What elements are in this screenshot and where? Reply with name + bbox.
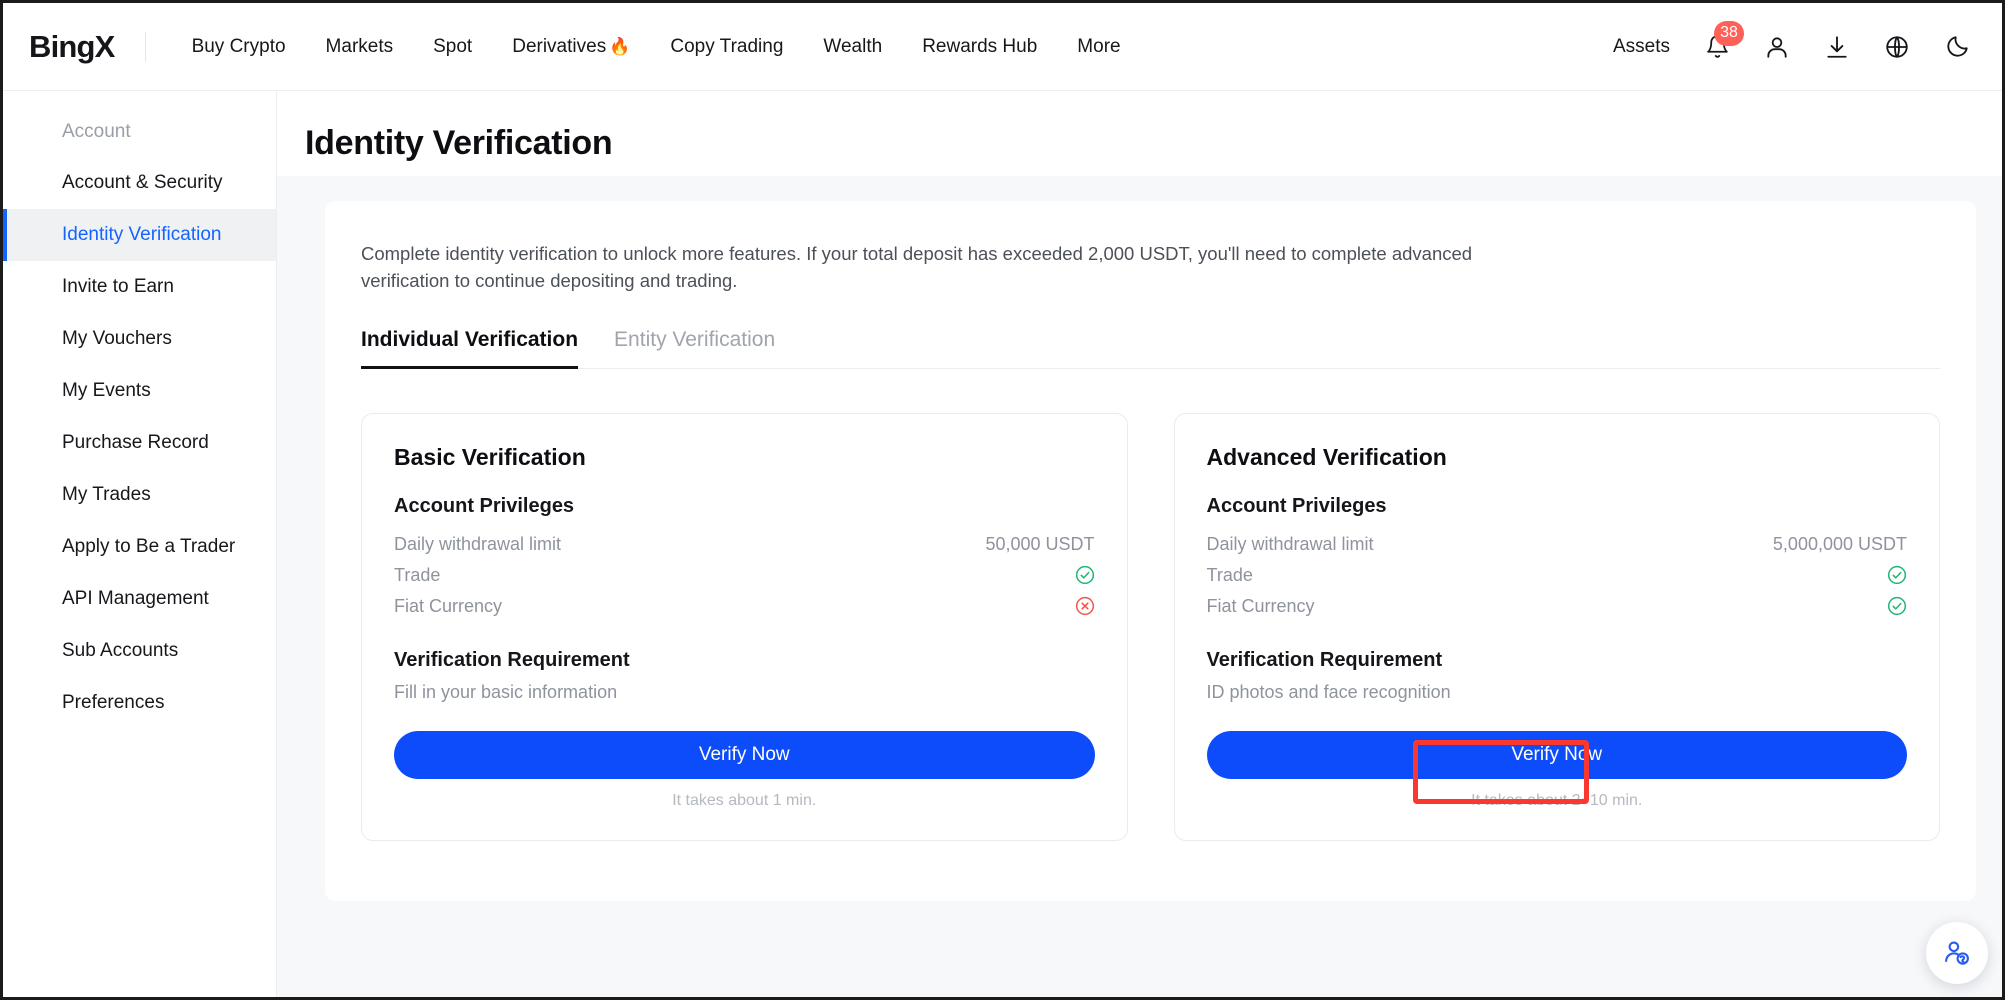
privilege-value: 50,000 USDT xyxy=(985,533,1095,554)
privilege-row-fiat-currency: Fiat Currency xyxy=(394,591,1095,622)
basic-verification-card: Basic Verification Account Privileges Da… xyxy=(361,412,1128,841)
nav-item-more[interactable]: More xyxy=(1057,26,1140,68)
card-action-area: Verify Now It takes about 1 min. xyxy=(394,703,1095,810)
requirement-heading: Verification Requirement xyxy=(394,648,630,671)
requirement-text: Fill in your basic information xyxy=(394,681,618,702)
sidebar-item-purchase-record[interactable]: Purchase Record xyxy=(3,417,276,469)
basic-verify-note: It takes about 1 min. xyxy=(672,791,817,809)
nav-label: Spot xyxy=(433,35,473,57)
requirement-heading: Verification Requirement xyxy=(1206,648,1443,671)
nav-item-markets[interactable]: Markets xyxy=(306,26,414,68)
tab-individual-verification[interactable]: Individual Verification xyxy=(361,328,579,369)
sidebar-item-preferences[interactable]: Preferences xyxy=(3,677,276,729)
privilege-label: Fiat Currency xyxy=(394,595,503,616)
nav-item-spot[interactable]: Spot xyxy=(413,26,492,68)
privileges-heading: Account Privileges xyxy=(394,494,575,517)
nav-item-buy-crypto[interactable]: Buy Crypto xyxy=(172,26,306,68)
globe-icon xyxy=(1886,35,1908,58)
basic-verify-now-button[interactable]: Verify Now xyxy=(394,730,1095,779)
check-circle-icon xyxy=(1887,597,1907,616)
verification-panel: Complete identity verification to unlock… xyxy=(325,201,1976,901)
privilege-row-withdrawal-limit: Daily withdrawal limit 5,000,000 USDT xyxy=(1207,529,1908,560)
nav-label: Derivatives xyxy=(512,35,607,57)
page-title: Identity Verification xyxy=(305,124,613,162)
privilege-label: Daily withdrawal limit xyxy=(394,533,562,554)
advanced-verify-now-button[interactable]: Verify Now xyxy=(1206,730,1907,779)
card-title: Advanced Verification xyxy=(1206,443,1447,470)
privilege-row-trade: Trade xyxy=(1207,560,1908,591)
check-circle-icon xyxy=(1887,566,1907,585)
header-divider xyxy=(144,31,146,62)
sidebar-item-account-security[interactable]: Account & Security xyxy=(3,157,276,209)
account-sidebar: Account Account & Security Identity Veri… xyxy=(3,91,277,997)
intro-description: Complete identity verification to unlock… xyxy=(361,243,1473,291)
nav-item-rewards-hub[interactable]: Rewards Hub xyxy=(902,26,1057,68)
advanced-verify-note: It takes about 2~10 min. xyxy=(1471,791,1643,809)
nav-label: Rewards Hub xyxy=(922,35,1038,57)
download-icon xyxy=(1827,35,1847,58)
tab-entity-verification[interactable]: Entity Verification xyxy=(614,328,775,368)
nav-label: Markets xyxy=(325,35,394,57)
main-content: Identity Verification Complete identity … xyxy=(277,91,2002,997)
sidebar-item-api-management[interactable]: API Management xyxy=(3,573,276,625)
moon-icon xyxy=(1947,35,1968,57)
sidebar-item-apply-to-be-a-trader[interactable]: Apply to Be a Trader xyxy=(3,521,276,573)
card-title: Basic Verification xyxy=(394,443,586,470)
privilege-row-trade: Trade xyxy=(394,560,1095,591)
nav-label: Copy Trading xyxy=(670,35,784,57)
check-circle-icon xyxy=(1075,566,1094,585)
verification-tabs: Individual Verification Entity Verificat… xyxy=(361,328,1940,369)
browser-page: BingX Buy Crypto Markets Spot Derivative… xyxy=(0,0,2005,1000)
nav-label: Wealth xyxy=(823,35,883,57)
privilege-label: Fiat Currency xyxy=(1206,595,1315,616)
cross-circle-icon xyxy=(1075,597,1094,616)
privilege-row-withdrawal-limit: Daily withdrawal limit 50,000 USDT xyxy=(394,529,1095,560)
user-icon xyxy=(1767,36,1787,58)
advanced-verification-card: Advanced Verification Account Privileges… xyxy=(1173,412,1940,841)
theme-toggle-button[interactable] xyxy=(1940,30,1974,64)
user-profile-button[interactable] xyxy=(1760,30,1794,64)
fire-icon: 🔥 xyxy=(609,36,631,56)
sidebar-item-my-events[interactable]: My Events xyxy=(3,365,276,417)
header-actions: Assets 38 xyxy=(1609,20,1974,66)
nav-item-derivatives[interactable]: Derivatives 🔥 xyxy=(492,26,650,68)
notification-bell-button[interactable]: 38 xyxy=(1700,20,1744,64)
nav-label: Buy Crypto xyxy=(191,35,286,57)
sidebar-item-identity-verification[interactable]: Identity Verification xyxy=(3,209,276,261)
customer-support-button[interactable] xyxy=(1926,922,1988,984)
language-button[interactable] xyxy=(1880,30,1914,64)
privileges-heading: Account Privileges xyxy=(1206,494,1387,517)
content-background: Complete identity verification to unlock… xyxy=(277,176,2002,997)
privilege-value: 5,000,000 USDT xyxy=(1772,533,1907,554)
nav-label: More xyxy=(1077,35,1121,57)
sidebar-item-my-trades[interactable]: My Trades xyxy=(3,469,276,521)
sidebar-item-my-vouchers[interactable]: My Vouchers xyxy=(3,313,276,365)
privilege-label: Daily withdrawal limit xyxy=(1206,533,1374,554)
bingx-logo[interactable]: BingX xyxy=(29,29,115,65)
download-app-button[interactable] xyxy=(1820,30,1854,64)
card-action-area: Verify Now It takes about 2~10 min. xyxy=(1206,703,1907,810)
privilege-label: Trade xyxy=(1206,564,1253,585)
assets-link[interactable]: Assets xyxy=(1609,28,1674,66)
sidebar-section-title: Account xyxy=(62,121,131,142)
privilege-row-fiat-currency: Fiat Currency xyxy=(1207,591,1908,622)
top-navigation-bar: BingX Buy Crypto Markets Spot Derivative… xyxy=(3,3,2002,91)
nav-item-copy-trading[interactable]: Copy Trading xyxy=(650,26,803,68)
logo-text: BingX xyxy=(29,28,115,64)
sidebar-item-sub-accounts[interactable]: Sub Accounts xyxy=(3,625,276,677)
verification-cards: Basic Verification Account Privileges Da… xyxy=(361,412,1940,841)
sidebar-item-invite-to-earn[interactable]: Invite to Earn xyxy=(3,261,276,313)
notification-badge: 38 xyxy=(1714,20,1744,46)
requirement-text: ID photos and face recognition xyxy=(1206,681,1451,702)
customer-support-icon xyxy=(1945,941,1969,965)
main-nav: Buy Crypto Markets Spot Derivatives 🔥 Co… xyxy=(172,26,1141,68)
privilege-label: Trade xyxy=(394,564,441,585)
nav-item-wealth[interactable]: Wealth xyxy=(803,26,902,68)
